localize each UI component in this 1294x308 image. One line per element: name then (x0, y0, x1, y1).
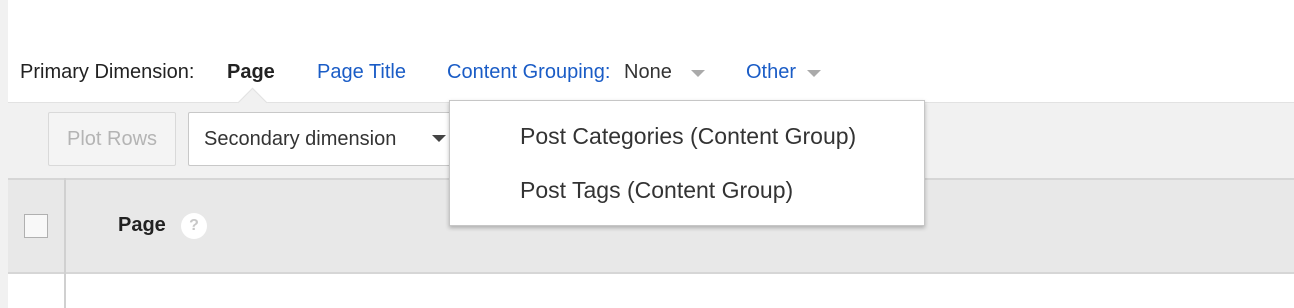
help-icon[interactable]: ? (181, 213, 207, 239)
primary-dimension-bar (8, 0, 1294, 102)
caret-down-icon[interactable] (691, 70, 705, 77)
caret-down-icon[interactable] (807, 70, 821, 77)
content-grouping-label[interactable]: Content Grouping: (447, 61, 610, 84)
dropdown-item-post-tags[interactable]: Post Tags (Content Group) (520, 177, 793, 204)
content-grouping-dropdown: Post Categories (Content Group) Post Tag… (449, 100, 925, 226)
plot-rows-button[interactable]: Plot Rows (48, 112, 176, 166)
primary-dimension-page[interactable]: Page (227, 61, 275, 84)
column-header-page[interactable]: Page (118, 214, 166, 237)
select-all-checkbox[interactable] (24, 214, 48, 238)
caret-down-icon[interactable] (432, 135, 446, 142)
content-grouping-value[interactable]: None (624, 61, 672, 84)
analytics-report-frame: Primary Dimension: Page Page Title Conte… (0, 0, 1294, 308)
primary-dimension-label: Primary Dimension: (20, 61, 195, 83)
other-dimension-link[interactable]: Other (746, 61, 796, 84)
left-edge (0, 0, 8, 308)
column-divider (64, 178, 66, 308)
secondary-dimension-select[interactable]: Secondary dimension (188, 112, 468, 166)
dropdown-item-post-categories[interactable]: Post Categories (Content Group) (520, 123, 856, 150)
primary-dimension-page-title[interactable]: Page Title (317, 61, 406, 84)
